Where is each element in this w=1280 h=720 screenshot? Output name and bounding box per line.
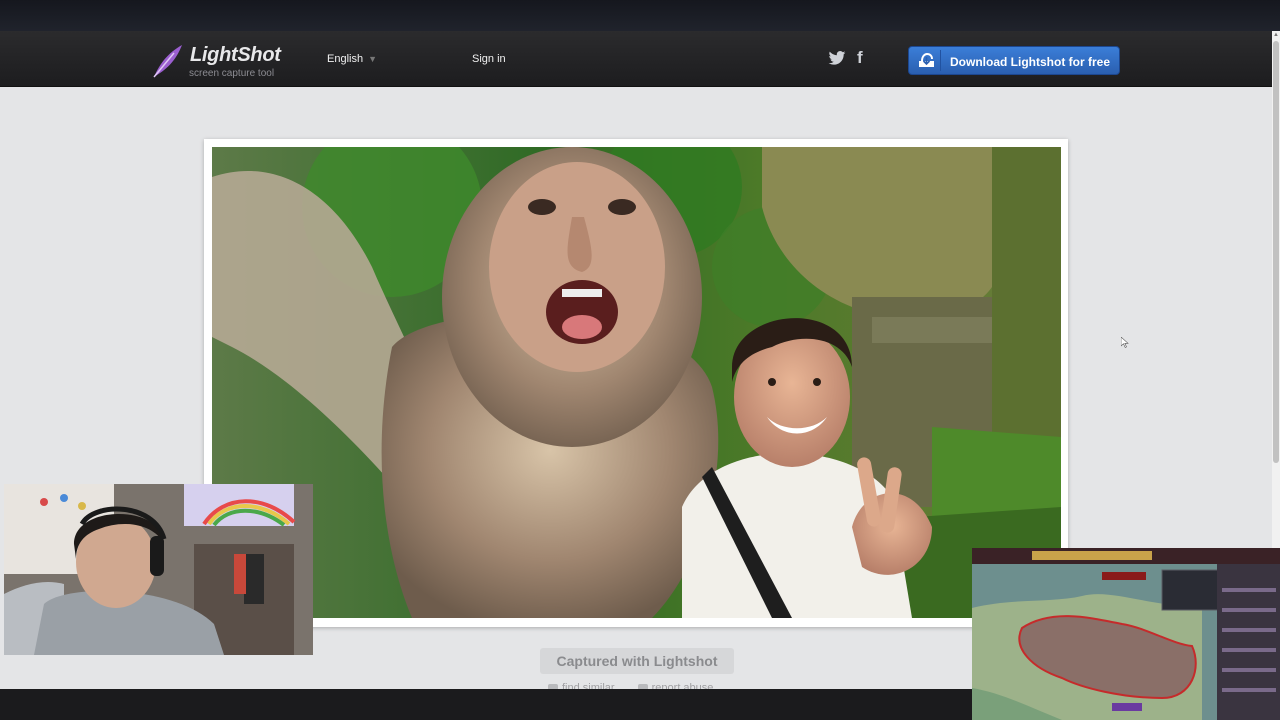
site-header: LightShot screen capture tool English ▼ S… [0, 31, 1272, 87]
logo-tagline: screen capture tool [189, 68, 275, 79]
captured-with-lightshot-label: Captured with Lightshot [540, 648, 734, 674]
download-cloud-icon [919, 52, 934, 67]
game-map-overlay [972, 548, 1280, 720]
button-separator [940, 50, 941, 71]
download-label: Download Lightshot for free [950, 55, 1110, 69]
facebook-icon[interactable]: f [857, 48, 863, 68]
webcam-overlay [4, 484, 313, 655]
language-selector[interactable]: English ▼ [327, 53, 377, 65]
scroll-thumb[interactable] [1273, 41, 1279, 463]
mouse-cursor-icon [1121, 337, 1129, 348]
twitter-icon[interactable] [828, 51, 846, 65]
lightshot-logo[interactable]: LightShot screen capture tool [150, 43, 290, 79]
screenshot-frame [204, 139, 1068, 627]
browser-top-strip [0, 0, 1280, 31]
feather-icon [153, 45, 182, 78]
logo-name: LightShot [190, 44, 281, 66]
screenshot-image[interactable] [212, 147, 1061, 618]
chevron-down-icon: ▼ [368, 54, 377, 64]
social-links: f [828, 48, 870, 68]
signin-link[interactable]: Sign in [472, 53, 506, 65]
download-button[interactable]: Download Lightshot for free [908, 46, 1120, 75]
scroll-up-icon[interactable]: ▲ [1272, 31, 1280, 39]
language-label: English [327, 53, 364, 65]
